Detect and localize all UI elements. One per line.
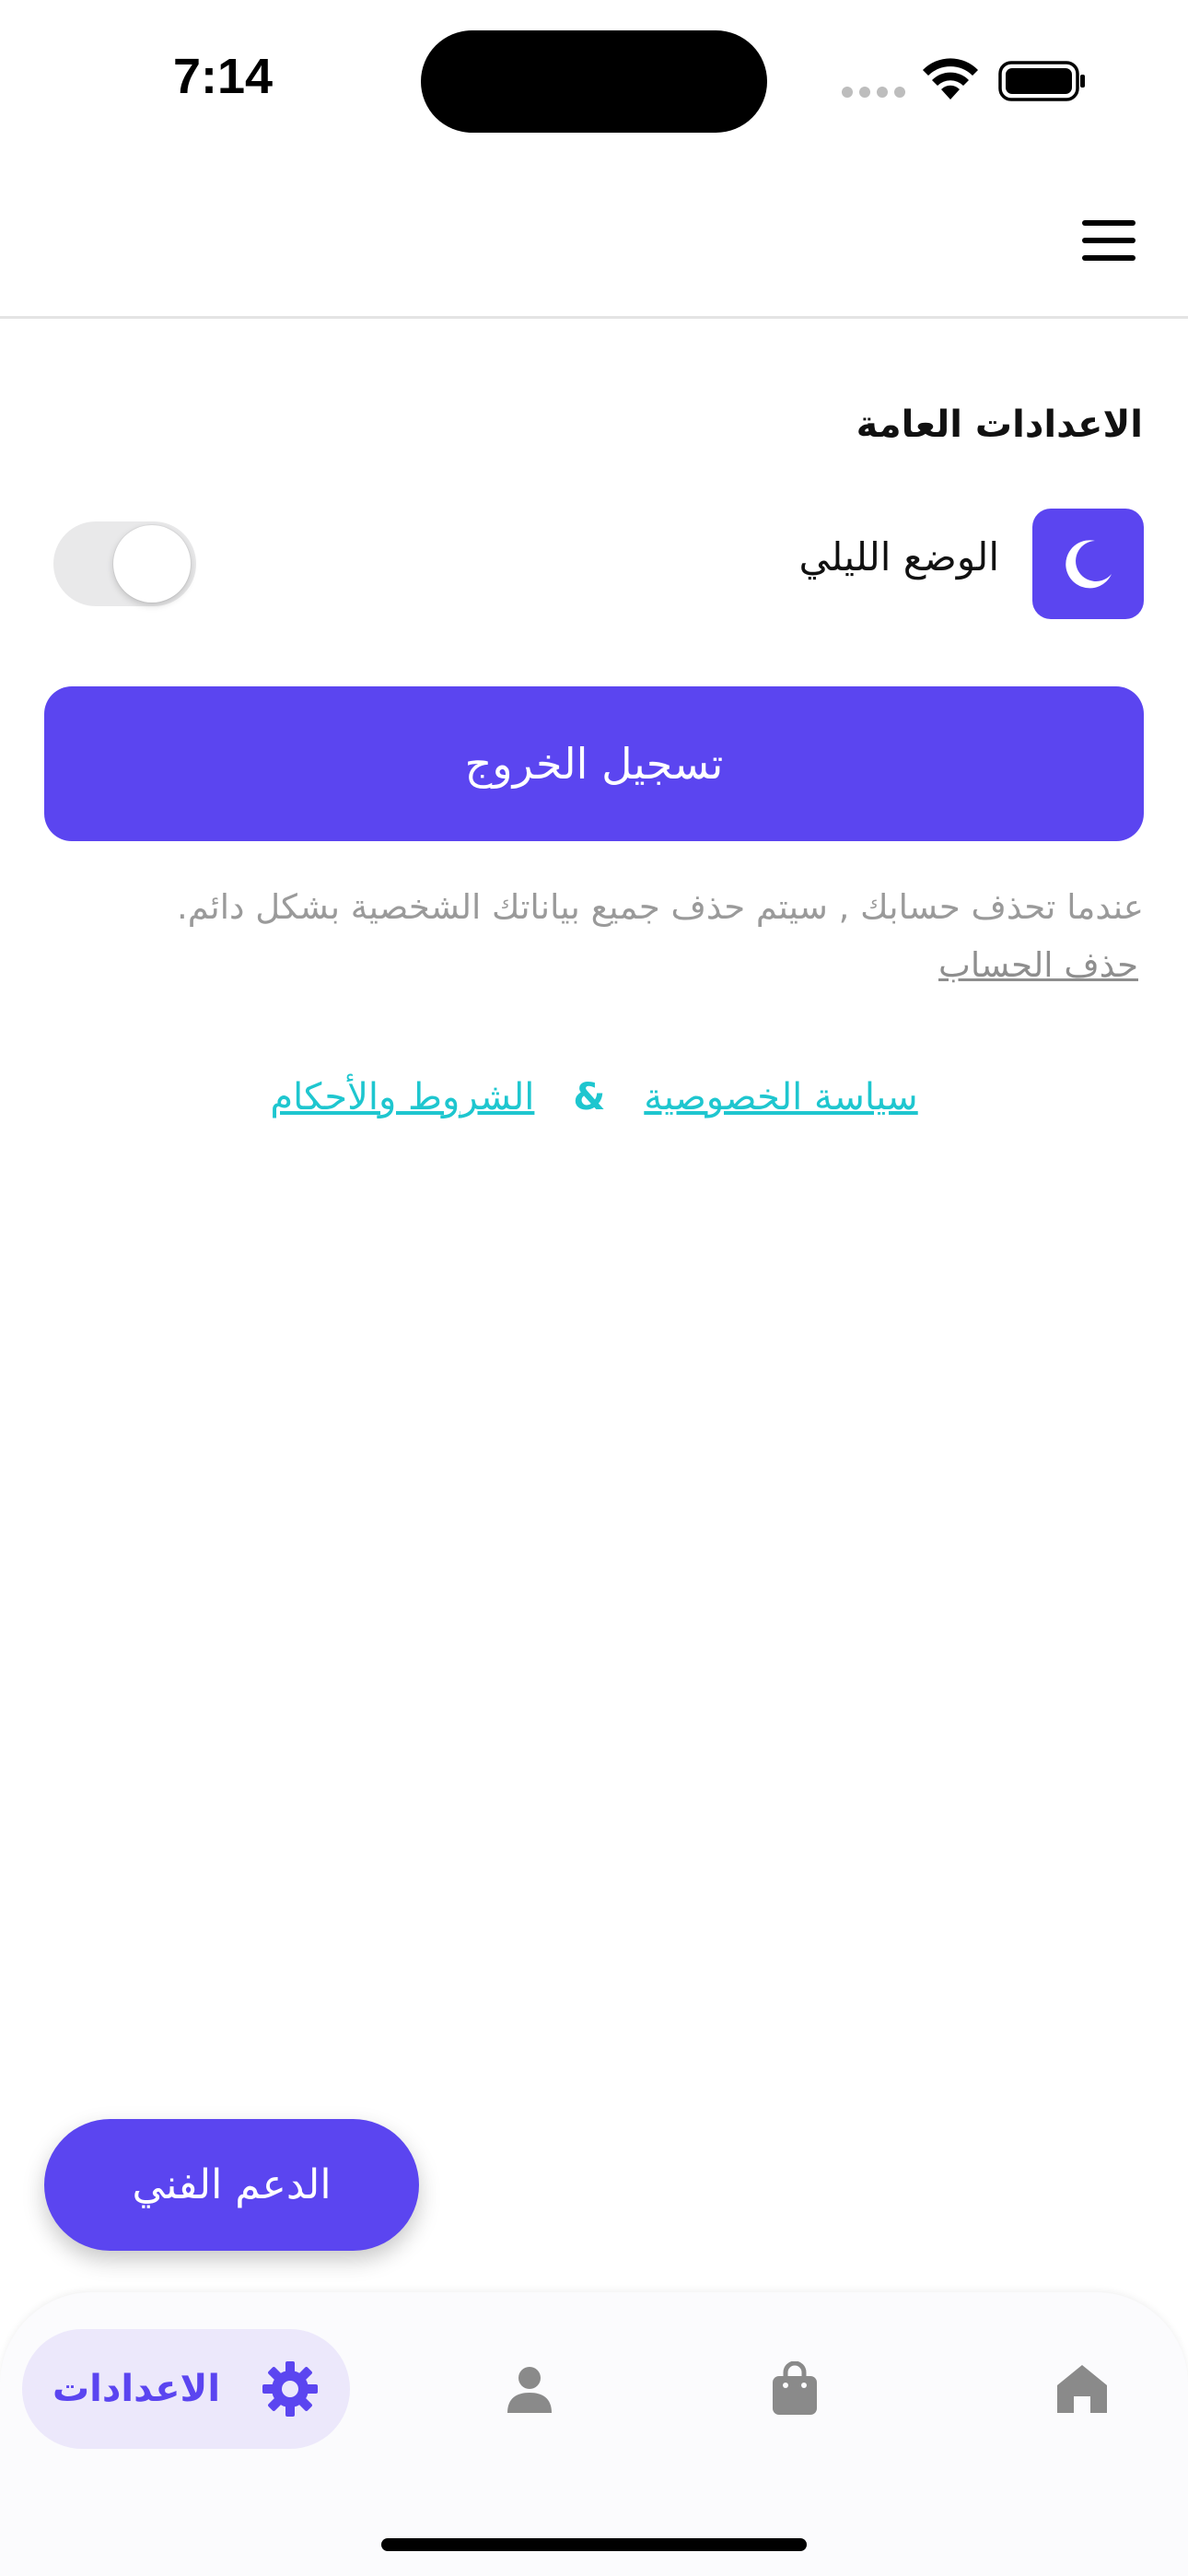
- legal-links: سياسة الخصوصية & الشروط والأحكام: [0, 1076, 1188, 1118]
- nav-item-settings[interactable]: الاعدادات: [22, 2329, 350, 2449]
- gear-icon: [262, 2361, 319, 2417]
- terms-link[interactable]: الشروط والأحكام: [270, 1076, 534, 1118]
- dark-mode-label: الوضع الليلي: [798, 534, 1000, 580]
- privacy-policy-link[interactable]: سياسة الخصوصية: [644, 1076, 917, 1118]
- wifi-icon: [923, 58, 978, 100]
- status-time: 7:14: [173, 49, 274, 104]
- hamburger-menu-icon[interactable]: [1082, 220, 1136, 261]
- nav-item-shop[interactable]: [753, 2329, 836, 2449]
- shopping-bag-icon: [773, 2361, 817, 2415]
- bottom-navigation: الاعدادات: [0, 2292, 1188, 2576]
- person-icon: [507, 2367, 552, 2413]
- delete-account-link[interactable]: حذف الحساب: [938, 945, 1138, 985]
- delete-account-warning: عندما تحذف حسابك , سيتم حذف جميع بياناتك…: [177, 887, 1144, 927]
- logout-button[interactable]: تسجيل الخروج: [44, 686, 1144, 841]
- battery-icon: [998, 61, 1085, 101]
- support-button[interactable]: الدعم الفني: [44, 2119, 419, 2251]
- links-separator: &: [573, 1076, 606, 1118]
- nav-item-profile[interactable]: [488, 2329, 571, 2449]
- cellular-signal-icon: [842, 87, 906, 98]
- nav-settings-label: الاعدادات: [52, 2368, 221, 2410]
- nav-item-home[interactable]: [1041, 2329, 1124, 2449]
- moon-icon: [1032, 509, 1144, 619]
- status-bar: 7:14: [0, 0, 1188, 157]
- home-icon: [1057, 2365, 1107, 2413]
- dynamic-island: [421, 30, 767, 133]
- home-indicator: [381, 2538, 807, 2551]
- top-app-bar: [0, 157, 1188, 319]
- dark-mode-toggle[interactable]: [53, 521, 196, 606]
- section-title: الاعدادات العامة: [856, 404, 1143, 446]
- toggle-knob: [113, 525, 191, 603]
